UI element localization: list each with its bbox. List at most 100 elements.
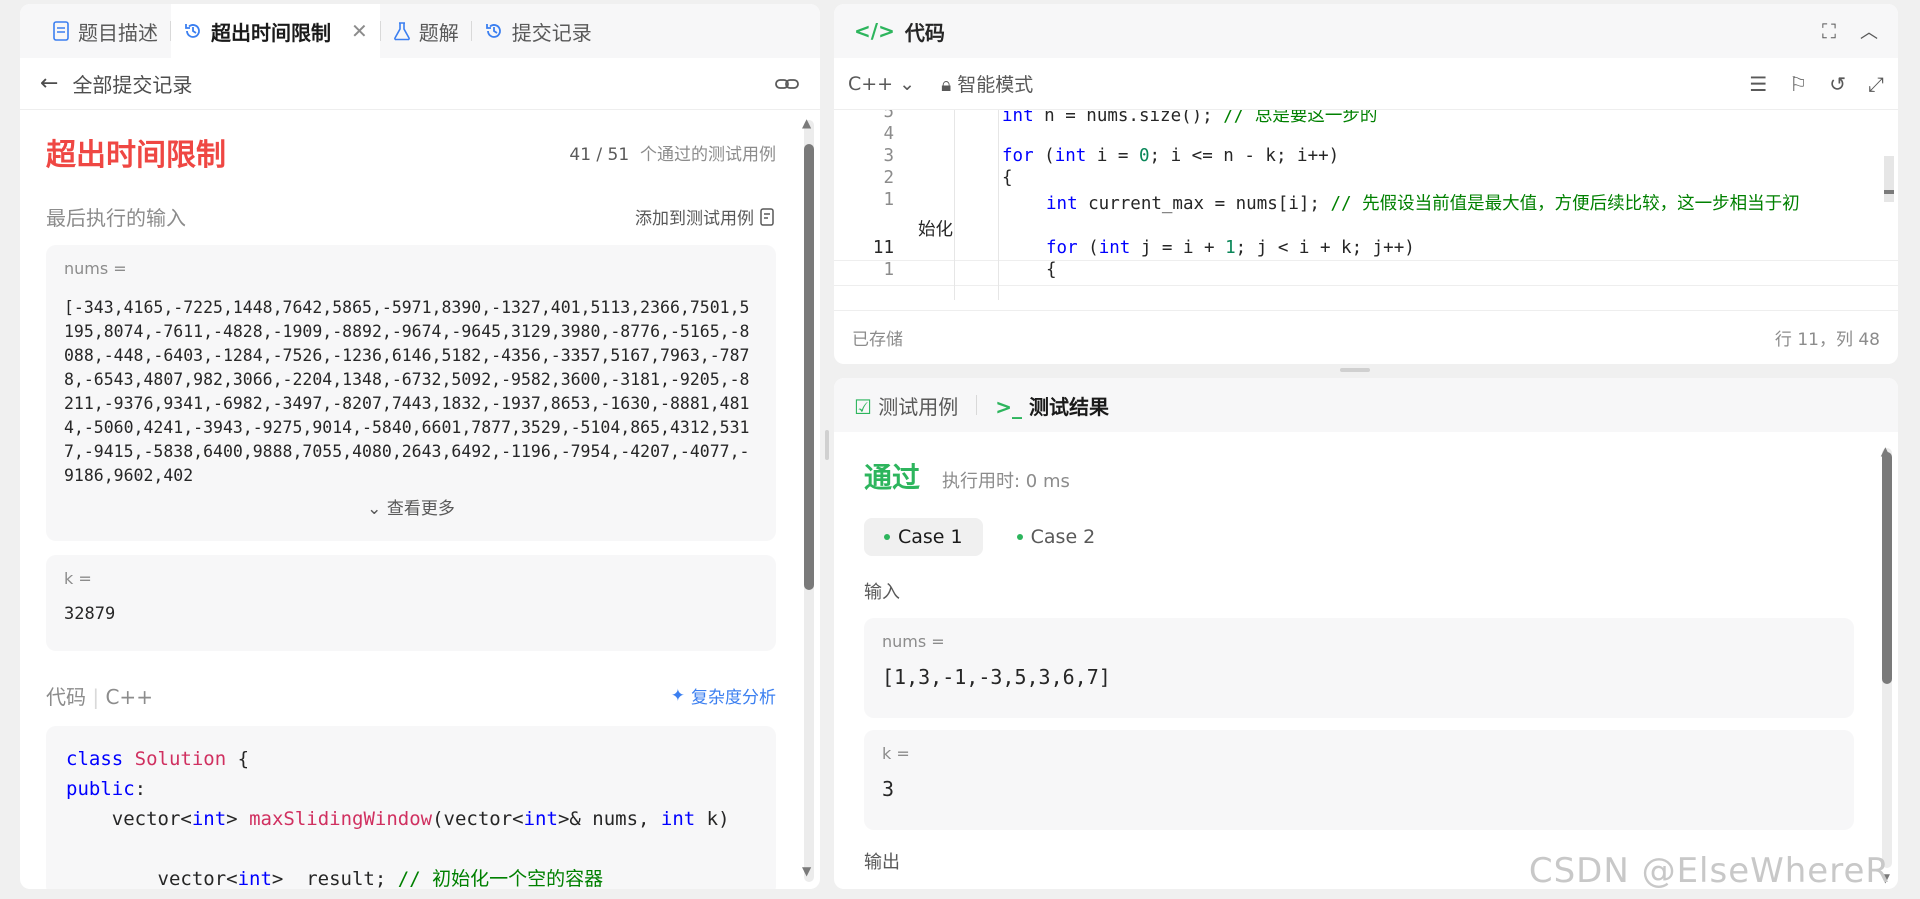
code-line: int n = nums.size(); // 总是要这一步的 (1002, 110, 1378, 126)
tab-result-label: 测试结果 (1029, 394, 1110, 419)
code-line: int current_max = nums[i]; // 先假设当前值是最大值… (1046, 194, 1800, 214)
expand-icon[interactable]: ⤢ (1868, 72, 1884, 96)
code-area[interactable]: 5 int n = nums.size(); // 总是要这一步的 4 3 fo… (834, 110, 1898, 300)
line-number: 11 (872, 238, 894, 258)
link-icon[interactable] (774, 74, 800, 94)
input-nums: nums = [1,3,-1,-3,5,3,6,7] (864, 618, 1854, 718)
left-tabbar: 题目描述 超出时间限制 ✕ 题解 提交记录 (20, 4, 820, 58)
result-scrollbar[interactable] (1882, 448, 1892, 868)
result-header: ☑ 测试用例 >_ 测试结果 (834, 378, 1898, 432)
mode-indicator[interactable]: 🔒︎ 智能模式 (941, 70, 1033, 97)
tab-testcase-label: 测试用例 (878, 394, 959, 419)
fullscreen-icon[interactable]: ⛶ (1822, 19, 1836, 43)
doc-icon (52, 21, 70, 41)
vertical-resize-handle[interactable] (825, 430, 829, 460)
case-tab-2[interactable]: Case 2 (997, 518, 1116, 556)
tab-description[interactable]: 题目描述 (40, 4, 170, 58)
code-line: { (1046, 260, 1057, 280)
k-label: k = (64, 569, 92, 588)
history-icon (183, 21, 203, 41)
left-scrollbar-thumb[interactable] (804, 144, 814, 590)
passed-count: 41 / 51 个通过的测试用例 (569, 140, 776, 165)
chevron-down-icon: ⌄ (899, 72, 916, 95)
scroll-up-arrow-icon[interactable]: ▲ (1881, 444, 1890, 458)
line-number: 1 (883, 260, 894, 280)
k-value: 32879 (64, 604, 116, 624)
lock-icon: 🔒︎ (941, 74, 952, 96)
tab-test-result[interactable]: >_ 测试结果 (995, 391, 1109, 420)
tab-label: 提交记录 (511, 20, 592, 45)
panel-resize-handle[interactable] (1340, 368, 1370, 372)
code-line-wrap: 始化 (918, 220, 953, 240)
case-tabs: Case 1 Case 2 (864, 518, 1854, 556)
chevrons-down-icon: ⌄ (367, 499, 382, 519)
tab-testcase[interactable]: ☑ 测试用例 (854, 391, 958, 420)
code-line: for (int j = i + 1; j < i + k; j++) (1046, 238, 1415, 258)
nums-label: nums = (882, 632, 945, 651)
bookmark-icon[interactable]: ⚐ (1789, 72, 1807, 96)
editor-toolbar: C++ ⌄ 🔒︎ 智能模式 ☰ ⚐ ↺ ⤢ (834, 58, 1898, 110)
tab-submissions[interactable]: 提交记录 (472, 4, 604, 58)
case-label: Case 2 (1030, 526, 1096, 548)
result-body: 通过 执行用时: 0 ms Case 1 Case 2 输入 nums = [1… (834, 432, 1898, 889)
code-editor-panel: </> 代码 ⛶ ︿ C++ ⌄ 🔒︎ 智能模式 ☰ ⚐ ↺ ⤢ 5 int n… (834, 4, 1898, 364)
cursor-position: 行 11，列 48 (1774, 330, 1880, 350)
editor-scrollbar[interactable] (1884, 156, 1894, 202)
format-icon[interactable]: ☰ (1749, 72, 1767, 96)
editor-scrollbar-mark (1884, 190, 1894, 194)
add-testcase-button[interactable]: 添加到测试用例 (635, 204, 776, 229)
complexity-analysis-button[interactable]: ✦ 复杂度分析 (670, 683, 776, 709)
editor-header: </> 代码 ⛶ ︿ (834, 4, 1898, 58)
scroll-down-arrow-icon[interactable]: ▼ (802, 864, 811, 878)
pass-dot-icon (1016, 534, 1023, 540)
language-value: C++ (848, 72, 894, 95)
line-number: 5 (883, 110, 894, 122)
passed-ratio: 41 / 51 (569, 144, 630, 165)
arrow-left-icon[interactable]: ← (40, 71, 58, 96)
line-number: 2 (883, 168, 894, 188)
k-label: k = (882, 744, 910, 763)
tab-tle[interactable]: 超出时间限制 ✕ (171, 4, 380, 58)
reset-icon[interactable]: ↺ (1829, 72, 1846, 96)
language-select[interactable]: C++ ⌄ (848, 73, 915, 95)
test-result-panel: ☑ 测试用例 >_ 测试结果 通过 执行用时: 0 ms Case 1 Case… (834, 378, 1898, 889)
submission-subheader: ← 全部提交记录 (20, 58, 820, 110)
submission-detail: 超出时间限制 41 / 51 个通过的测试用例 最后执行的输入 添加到测试用例 … (20, 110, 800, 889)
input-label: 输入 (864, 582, 900, 603)
indent-guides (998, 110, 999, 300)
tab-solutions[interactable]: 题解 (381, 4, 471, 58)
line-number: 3 (883, 146, 894, 166)
current-line-highlight (834, 260, 1898, 286)
add-testcase-icon (760, 207, 776, 226)
close-icon[interactable]: ✕ (351, 19, 368, 43)
result-status: 通过 (864, 461, 921, 494)
tab-divider (976, 395, 978, 415)
code-section-header: 代码 | C++ (46, 685, 153, 709)
case-label: Case 1 (898, 526, 963, 548)
pass-dot-icon (884, 534, 890, 540)
last-input-label: 最后执行的输入 (46, 206, 186, 230)
nums-value: [-343,4165,-7225,1448,7642,5865,-5971,83… (64, 298, 750, 485)
scroll-up-arrow-icon[interactable]: ▲ (802, 116, 811, 130)
editor-title: 代码 (904, 20, 945, 45)
line-number: 4 (883, 124, 894, 144)
submission-status: 超出时间限制 (46, 138, 226, 173)
left-scrollbar[interactable] (804, 120, 814, 882)
tab-label: 题目描述 (78, 20, 158, 45)
input-k: k = 3 (864, 730, 1854, 830)
sparkle-icon: ✦ (670, 685, 685, 706)
nums-label: nums = (64, 259, 127, 278)
code-language: C++ (105, 685, 153, 709)
save-status: 已存储 (852, 330, 903, 350)
watermark: CSDN @ElseWhereR (1528, 851, 1890, 891)
result-scrollbar-thumb[interactable] (1882, 452, 1892, 684)
terminal-icon: >_ (995, 394, 1023, 419)
passed-suffix: 个通过的测试用例 (640, 144, 776, 165)
case-tab-1[interactable]: Case 1 (864, 518, 983, 556)
see-more-button[interactable]: ⌄ 查看更多 (64, 494, 758, 519)
editor-footer: 已存储 行 11，列 48 (834, 310, 1898, 364)
back-to-submissions-link[interactable]: 全部提交记录 (72, 69, 192, 98)
collapse-icon[interactable]: ︿ (1860, 18, 1878, 44)
last-input-nums: nums = [-343,4165,-7225,1448,7642,5865,-… (46, 245, 776, 541)
submitted-code: class Solution { public: vector<int> max… (46, 726, 776, 889)
